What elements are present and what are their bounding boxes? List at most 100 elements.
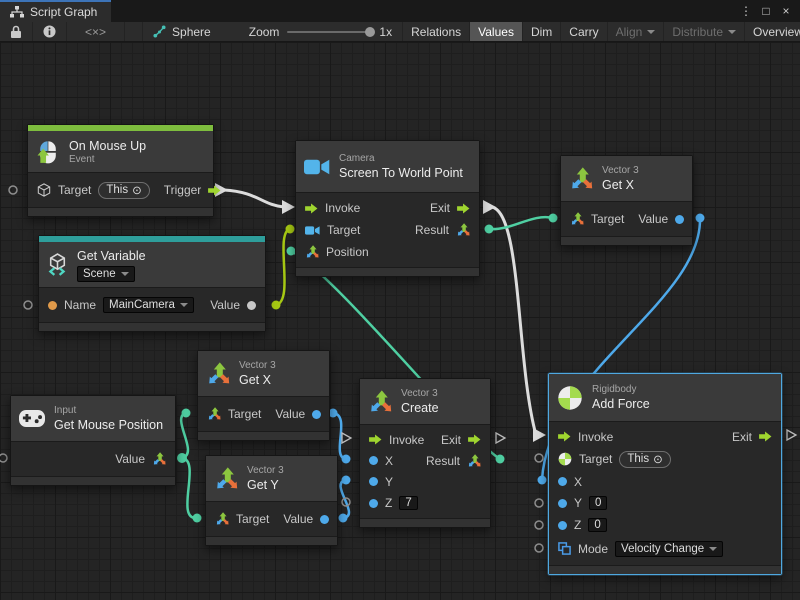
camera-icon[interactable] xyxy=(305,225,320,236)
vector3-icon[interactable] xyxy=(456,223,470,237)
port-row: Target Value xyxy=(561,206,692,232)
port-row: X Result xyxy=(360,450,490,471)
graph-canvas[interactable]: On Mouse Up Event Target This⊙ Trigger xyxy=(0,42,800,600)
node-title: Add Force xyxy=(592,396,650,412)
value-port[interactable] xyxy=(247,301,256,310)
vector3-icon[interactable] xyxy=(207,407,221,421)
node-footer xyxy=(39,322,265,331)
zoom-slider[interactable] xyxy=(287,31,371,33)
node-vector3-create[interactable]: Vector 3 Create Invoke Exit X Result xyxy=(359,378,491,528)
node-add-force[interactable]: Rigidbody Add Force Invoke Exit Target T… xyxy=(548,373,782,575)
port-row: Z 0 xyxy=(549,514,781,536)
vector3-icon[interactable] xyxy=(467,454,481,468)
vector3-icon xyxy=(206,362,230,386)
close-icon[interactable]: × xyxy=(778,4,794,18)
port-row: Invoke Exit xyxy=(360,429,490,450)
port-row: Mode Velocity Change xyxy=(549,536,781,561)
target-port-label: Target xyxy=(327,223,360,237)
y-value-field[interactable]: 0 xyxy=(589,496,607,510)
enum-icon[interactable] xyxy=(558,542,571,555)
y-port[interactable] xyxy=(558,499,567,508)
overview-button[interactable]: Overview xyxy=(745,22,800,41)
y-port[interactable] xyxy=(369,477,378,486)
graph-breadcrumb[interactable]: Sphere xyxy=(143,22,221,41)
vector3-icon[interactable] xyxy=(215,512,229,526)
chevron-down-icon xyxy=(728,30,736,34)
vector3-icon[interactable] xyxy=(305,245,319,259)
node-get-mouse-position[interactable]: Input Get Mouse Position Value xyxy=(10,395,176,486)
z-port-label: Z xyxy=(574,518,581,532)
rigidbody-icon[interactable] xyxy=(558,452,572,466)
tab-script-graph[interactable]: Script Graph xyxy=(0,0,111,22)
maximize-icon[interactable]: □ xyxy=(758,4,774,18)
node-footer xyxy=(198,431,329,440)
inspect-button[interactable] xyxy=(33,22,67,41)
node-on-mouse-up[interactable]: On Mouse Up Event Target This⊙ Trigger xyxy=(27,124,214,217)
z-value-field[interactable]: 7 xyxy=(399,496,417,510)
node-get-variable[interactable]: Get Variable Scene Name MainCamera Value xyxy=(38,235,266,332)
target-value-chip[interactable]: This⊙ xyxy=(619,451,670,468)
distribute-dropdown[interactable]: Distribute xyxy=(664,22,745,41)
script-graph-icon xyxy=(10,6,24,18)
variable-scope-dropdown[interactable]: Scene xyxy=(77,266,135,282)
port-row: Value xyxy=(11,446,175,472)
relations-button[interactable]: Relations xyxy=(403,22,470,41)
chevron-down-icon xyxy=(647,30,655,34)
node-get-x-right[interactable]: Vector 3 Get X Target Value xyxy=(560,155,693,246)
flow-arrow-icon[interactable] xyxy=(558,431,571,442)
x-port[interactable] xyxy=(558,477,567,486)
chevron-down-icon xyxy=(121,272,129,276)
flow-arrow-icon[interactable] xyxy=(305,203,318,214)
node-header: Vector 3 Get X xyxy=(561,156,692,202)
flow-arrow-icon[interactable] xyxy=(759,431,772,442)
variable-name-dropdown[interactable]: MainCamera xyxy=(103,297,194,313)
value-port[interactable] xyxy=(320,515,329,524)
value-port-label: Value xyxy=(115,452,145,466)
value-port[interactable] xyxy=(675,215,684,224)
port-row: Y 0 xyxy=(549,492,781,514)
lock-button[interactable] xyxy=(0,22,33,41)
align-dropdown[interactable]: Align xyxy=(608,22,665,41)
zoom-control: Zoom 1x xyxy=(239,22,403,41)
code-icon: <×> xyxy=(85,25,106,39)
x-port[interactable] xyxy=(369,456,378,465)
node-screen-to-world-point[interactable]: Camera Screen To World Point Invoke Exit… xyxy=(295,140,480,277)
graph-name: Sphere xyxy=(172,25,211,39)
mode-dropdown[interactable]: Velocity Change xyxy=(615,541,723,557)
values-button[interactable]: Values xyxy=(470,22,523,41)
flow-arrow-icon[interactable] xyxy=(468,434,481,445)
target-value-chip[interactable]: This⊙ xyxy=(98,182,149,199)
flow-arrow-icon[interactable] xyxy=(208,185,221,196)
node-footer xyxy=(11,476,175,485)
node-footer xyxy=(206,536,337,545)
z-port[interactable] xyxy=(558,521,567,530)
node-title: Get Mouse Position xyxy=(54,417,163,433)
invoke-port-label: Invoke xyxy=(389,433,424,447)
node-get-x[interactable]: Vector 3 Get X Target Value xyxy=(197,350,330,441)
name-port[interactable] xyxy=(48,301,57,310)
node-header: On Mouse Up Event xyxy=(28,131,213,173)
vector3-icon[interactable] xyxy=(152,452,166,466)
flow-arrow-icon[interactable] xyxy=(457,203,470,214)
flow-arrow-icon[interactable] xyxy=(369,434,382,445)
port-row: Invoke Exit xyxy=(549,426,781,447)
vector3-icon[interactable] xyxy=(570,212,584,226)
port-row: Y xyxy=(360,471,490,492)
dim-button[interactable]: Dim xyxy=(523,22,561,41)
value-port-label: Value xyxy=(210,298,240,312)
zoom-slider-handle[interactable] xyxy=(365,27,375,37)
window-controls: ⋮ □ × xyxy=(738,0,800,22)
z-port[interactable] xyxy=(369,499,378,508)
node-title: Get X xyxy=(239,372,276,388)
carry-button[interactable]: Carry xyxy=(561,22,607,41)
info-icon xyxy=(43,25,56,38)
name-port-label: Name xyxy=(64,298,96,312)
node-get-y[interactable]: Vector 3 Get Y Target Value xyxy=(205,455,338,546)
value-port[interactable] xyxy=(312,410,321,419)
menu-icon[interactable]: ⋮ xyxy=(738,4,754,18)
node-footer xyxy=(28,207,213,216)
cube-icon xyxy=(37,183,51,197)
zoom-value: 1x xyxy=(379,25,392,39)
edit-script-button[interactable]: <×> xyxy=(67,22,125,41)
z-value-field[interactable]: 0 xyxy=(588,518,606,532)
